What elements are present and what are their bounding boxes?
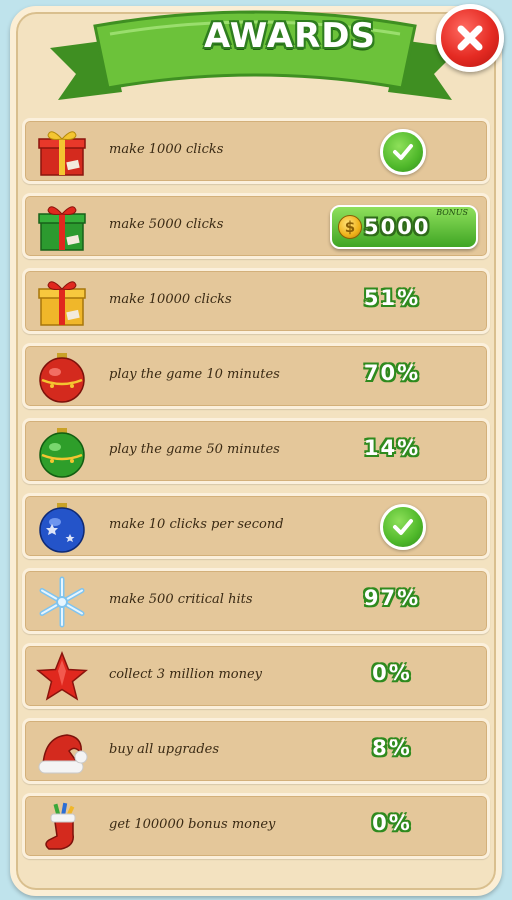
award-label: play the game 50 minutes bbox=[109, 442, 280, 457]
award-progress: 0% bbox=[372, 811, 412, 835]
award-label: play the game 10 minutes bbox=[109, 367, 280, 382]
award-progress: 97% bbox=[363, 586, 421, 610]
collect-bonus-button[interactable]: $ 5000 BONUS bbox=[330, 205, 478, 249]
award-complete-check bbox=[380, 504, 426, 550]
award-progress: 0% bbox=[372, 661, 412, 685]
gold-gift-icon bbox=[35, 275, 89, 329]
award-progress: 14% bbox=[363, 436, 421, 460]
close-x-icon bbox=[457, 25, 483, 51]
award-row: make 1000 clicks bbox=[22, 118, 490, 184]
award-label: buy all upgrades bbox=[109, 742, 220, 757]
award-label: get 100000 bonus money bbox=[109, 817, 276, 832]
award-row: get 100000 bonus money 0% bbox=[22, 793, 490, 859]
award-progress: 8% bbox=[372, 736, 412, 760]
award-label: make 10 clicks per second bbox=[109, 517, 284, 532]
christmas-stocking-icon bbox=[35, 800, 89, 854]
award-row: collect 3 million money 0% bbox=[22, 643, 490, 709]
red-ornament-icon bbox=[35, 350, 89, 404]
award-row: play the game 10 minutes 70% bbox=[22, 343, 490, 409]
award-label: make 10000 clicks bbox=[109, 292, 232, 307]
award-row: make 500 critical hits 97% bbox=[22, 568, 490, 634]
blue-ornament-icon bbox=[35, 500, 89, 554]
santa-hat-icon bbox=[35, 725, 89, 779]
award-row: buy all upgrades 8% bbox=[22, 718, 490, 784]
award-progress: 70% bbox=[363, 361, 421, 385]
bonus-tag: BONUS bbox=[436, 208, 468, 217]
award-label: collect 3 million money bbox=[109, 667, 263, 682]
green-ornament-icon bbox=[35, 425, 89, 479]
gold-coin-icon: $ bbox=[338, 215, 362, 239]
award-row: make 5000 clicks $ 5000 BONUS bbox=[22, 193, 490, 259]
red-gift-icon bbox=[35, 125, 89, 179]
title-ribbon: AWARDS bbox=[40, 0, 470, 110]
award-row: make 10000 clicks 51% bbox=[22, 268, 490, 334]
award-progress: 51% bbox=[363, 286, 421, 310]
close-button[interactable] bbox=[436, 4, 504, 72]
checkmark-icon bbox=[393, 519, 413, 535]
red-star-icon bbox=[35, 650, 89, 704]
checkmark-icon bbox=[393, 144, 413, 160]
award-label: make 5000 clicks bbox=[109, 217, 224, 232]
green-gift-icon bbox=[35, 200, 89, 254]
award-label: make 500 critical hits bbox=[109, 592, 253, 607]
award-label: make 1000 clicks bbox=[109, 142, 224, 157]
award-row: play the game 50 minutes 14% bbox=[22, 418, 490, 484]
page-title: AWARDS bbox=[204, 16, 376, 56]
award-complete-check bbox=[380, 129, 426, 175]
award-row: make 10 clicks per second bbox=[22, 493, 490, 559]
bonus-amount: 5000 bbox=[364, 215, 431, 239]
snowflake-icon bbox=[35, 575, 89, 629]
